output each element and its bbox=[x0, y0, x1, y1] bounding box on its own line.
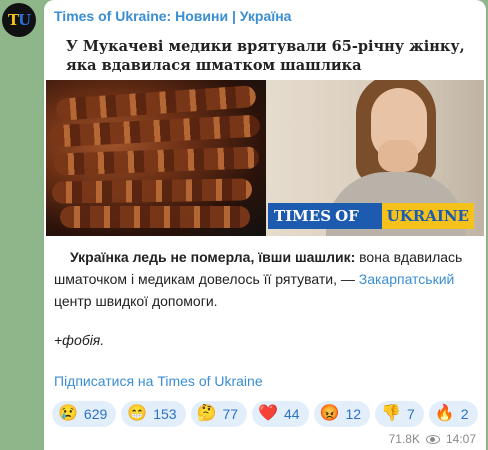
reaction-thumbs-down[interactable]: 👎 7 bbox=[375, 401, 424, 427]
reaction-fire[interactable]: 🔥 2 bbox=[428, 401, 478, 427]
logo-ukraine: UKRAINE bbox=[381, 203, 474, 229]
red-heart-icon: ❤️ bbox=[258, 405, 278, 422]
post-body-link[interactable]: Закарпатський bbox=[359, 271, 455, 287]
reaction-angry[interactable]: 😡 12 bbox=[313, 401, 371, 427]
message-bubble: Times of Ukraine: Новини | Україна У Мук… bbox=[44, 0, 486, 450]
reaction-count: 629 bbox=[83, 406, 108, 422]
reaction-count: 12 bbox=[345, 406, 362, 422]
view-count: 71.8K bbox=[388, 432, 420, 446]
angry-face-icon: 😡 bbox=[319, 405, 340, 422]
crying-face-icon: 😢 bbox=[58, 405, 78, 422]
post-lead: Українка ледь не померла, ївши шашлик: bbox=[70, 249, 356, 265]
message-meta: 71.8K 14:07 bbox=[389, 432, 476, 446]
post-headline: У Мукачеві медики врятували 65-річну жін… bbox=[66, 38, 465, 74]
reaction-count: 77 bbox=[222, 406, 239, 422]
shashlik-photo bbox=[46, 80, 266, 236]
message-time: 14:07 bbox=[445, 432, 476, 446]
logo-of: OF bbox=[335, 207, 359, 225]
avatar-letter-t: T bbox=[7, 11, 19, 29]
logo-times: TIMES bbox=[274, 207, 332, 225]
post-phobia: +фобія. bbox=[54, 332, 105, 348]
thumbs-down-icon: 👎 bbox=[381, 405, 401, 422]
channel-avatar[interactable]: TU bbox=[2, 3, 36, 37]
subscribe-link[interactable]: Підписатися на Times of Ukraine bbox=[54, 373, 263, 389]
reaction-count: 7 bbox=[406, 406, 415, 422]
reaction-grinning[interactable]: 😁 153 bbox=[121, 401, 186, 427]
channel-name[interactable]: Times of Ukraine: Новини | Україна bbox=[54, 8, 291, 24]
grinning-face-icon: 😁 bbox=[127, 405, 148, 422]
reaction-count: 44 bbox=[283, 406, 300, 422]
image-watermark-logo: TIMES OF UKRAINE bbox=[268, 203, 474, 229]
avatar-letter-u: U bbox=[18, 11, 31, 29]
eye-icon bbox=[425, 434, 440, 444]
post-body: Українка ледь не померла, ївши шашлик: в… bbox=[54, 246, 478, 312]
fire-icon: 🔥 bbox=[434, 405, 455, 422]
reaction-count: 2 bbox=[460, 406, 469, 422]
thinking-face-icon: 🤔 bbox=[196, 405, 217, 422]
reaction-count: 153 bbox=[153, 406, 177, 422]
reactions-bar: 😢 629 😁 153 🤔 77 ❤️ 44 😡 12 👎 7 🔥 2 bbox=[52, 401, 482, 427]
reaction-heart[interactable]: ❤️ 44 bbox=[252, 401, 309, 427]
post-image[interactable]: TIMES OF UKRAINE bbox=[46, 80, 484, 236]
reaction-crying[interactable]: 😢 629 bbox=[52, 401, 117, 427]
reaction-thinking[interactable]: 🤔 77 bbox=[190, 401, 248, 427]
post-body-tail: центр швидкої допомоги. bbox=[54, 293, 218, 309]
